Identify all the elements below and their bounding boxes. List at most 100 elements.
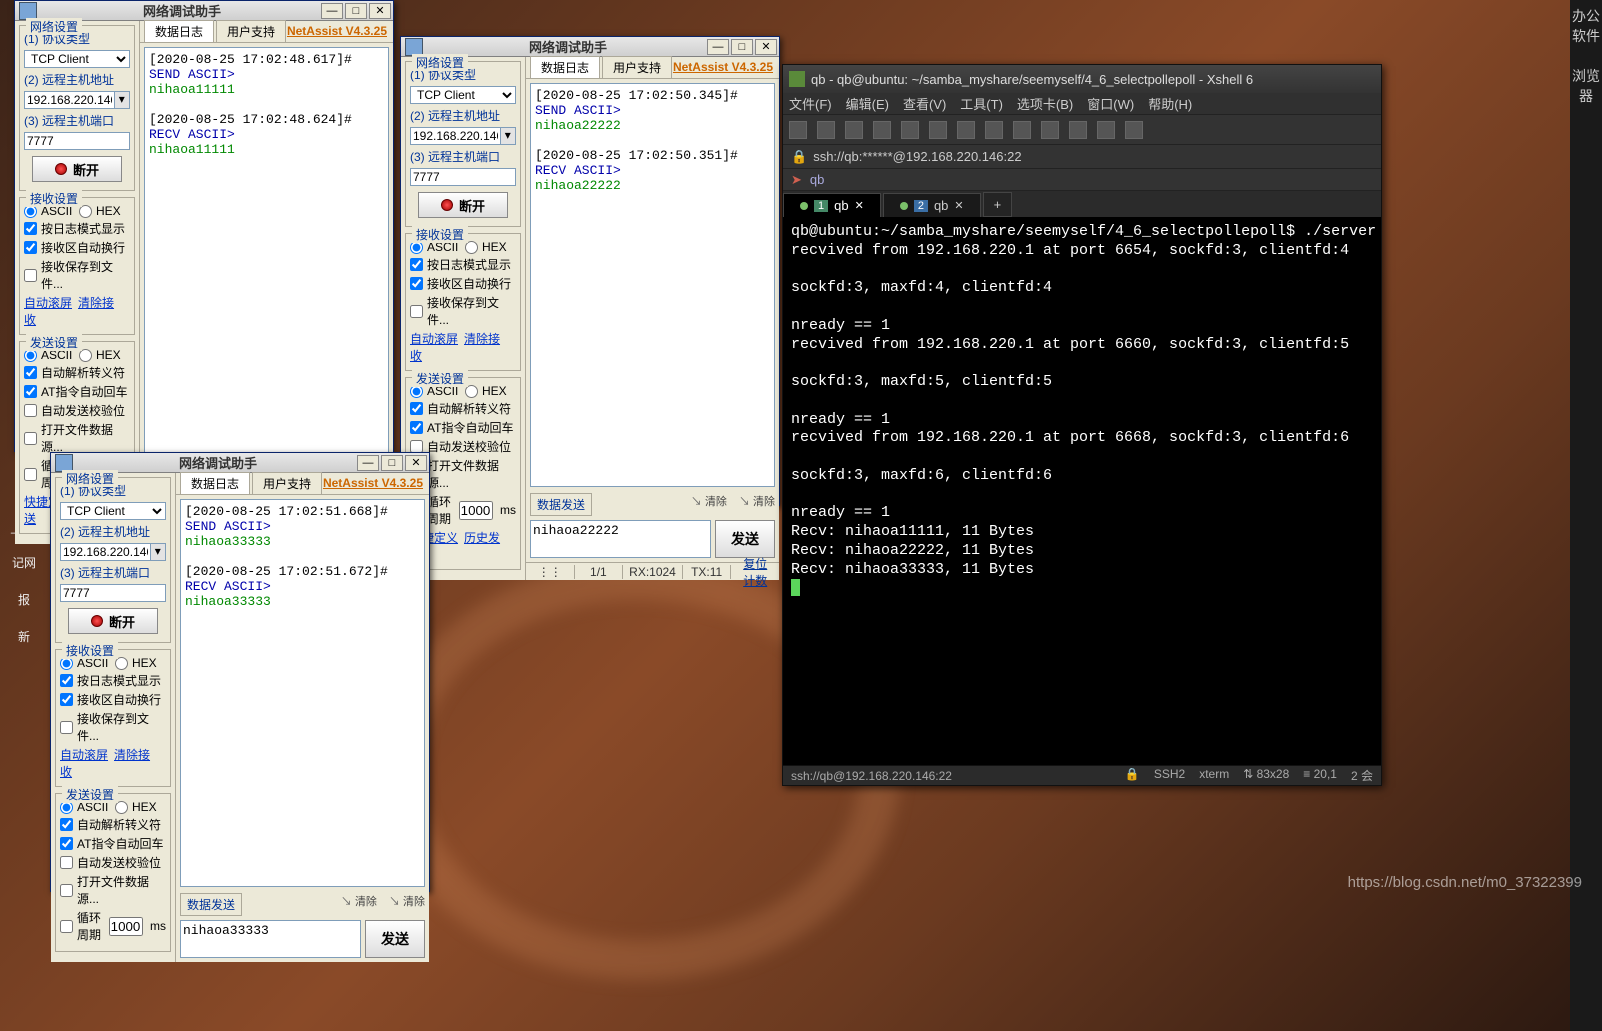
toolbar-btn[interactable]	[1013, 121, 1031, 139]
autoscroll-link[interactable]: 自动滚屏	[410, 332, 458, 346]
filesrc-check[interactable]	[60, 884, 73, 897]
reset-count-link[interactable]: 复位计数	[731, 555, 779, 589]
tab-datalog[interactable]: 数据日志	[180, 472, 250, 494]
protocol-select[interactable]: TCP Client	[24, 50, 130, 68]
xshell-addressbar[interactable]: 🔒 ssh://qb:******@192.168.220.146:22	[783, 145, 1381, 169]
dropdown-icon[interactable]: ▾	[151, 543, 166, 561]
loop-ms-input[interactable]	[109, 917, 143, 936]
clear-btn[interactable]: 清除	[341, 893, 377, 909]
brand-link[interactable]: NetAssist V4.3.25	[673, 60, 773, 74]
checksum-check[interactable]	[24, 404, 37, 417]
minimize-button[interactable]: —	[357, 455, 379, 471]
send-button[interactable]: 发送	[365, 920, 425, 958]
log-box[interactable]: [2020-08-25 17:02:51.668]# SEND ASCII> n…	[180, 499, 425, 887]
tab-datalog[interactable]: 数据日志	[144, 20, 214, 42]
atcr-check[interactable]	[60, 837, 73, 850]
logmode-check[interactable]	[60, 674, 73, 687]
clear-btn2[interactable]: 清除	[739, 493, 775, 509]
close-tab-icon[interactable]: ✕	[855, 199, 864, 212]
loop-check[interactable]	[60, 920, 73, 933]
loop-check[interactable]	[24, 468, 37, 481]
desktop-icon[interactable]: 新	[0, 628, 48, 645]
disconnect-button[interactable]: 断开	[68, 608, 158, 634]
escape-check[interactable]	[60, 818, 73, 831]
sidebar-label[interactable]: 浏览器	[1570, 60, 1602, 120]
menu-tabs[interactable]: 选项卡(B)	[1017, 94, 1073, 113]
autoscroll-link[interactable]: 自动滚屏	[24, 296, 72, 310]
send-button[interactable]: 发送	[715, 520, 775, 558]
close-tab-icon[interactable]: ✕	[954, 199, 963, 212]
toolbar-btn[interactable]	[1097, 121, 1115, 139]
disconnect-button[interactable]: 断开	[32, 156, 122, 182]
send-textarea[interactable]: nihaoa22222	[530, 520, 711, 558]
escape-check[interactable]	[410, 402, 423, 415]
dropdown-icon[interactable]: ▾	[501, 127, 516, 145]
send-textarea[interactable]: nihaoa33333	[180, 920, 361, 958]
toolbar-btn[interactable]	[817, 121, 835, 139]
protocol-select[interactable]: TCP Client	[60, 502, 166, 520]
brand-link[interactable]: NetAssist V4.3.25	[287, 24, 387, 38]
maximize-button[interactable]: □	[731, 39, 753, 55]
clear-btn[interactable]: 清除	[691, 493, 727, 509]
menu-edit[interactable]: 编辑(E)	[846, 94, 889, 113]
minimize-button[interactable]: —	[321, 3, 343, 19]
host-input[interactable]	[410, 127, 501, 145]
savefile-check[interactable]	[410, 305, 423, 318]
loop-ms-input[interactable]	[459, 501, 493, 520]
toolbar-btn[interactable]	[929, 121, 947, 139]
menu-tools[interactable]: 工具(T)	[960, 94, 1003, 113]
session-tab-2[interactable]: 2 qb ✕	[883, 193, 981, 217]
autowrap-check[interactable]	[60, 693, 73, 706]
toolbar-btn[interactable]	[845, 121, 863, 139]
toolbar-btn[interactable]	[1125, 121, 1143, 139]
toolbar-btn[interactable]	[957, 121, 975, 139]
savefile-check[interactable]	[24, 269, 37, 282]
disconnect-button[interactable]: 断开	[418, 192, 508, 218]
menu-window[interactable]: 窗口(W)	[1087, 94, 1134, 113]
new-tab-button[interactable]: +	[983, 192, 1013, 217]
port-input[interactable]	[60, 584, 166, 602]
menu-file[interactable]: 文件(F)	[789, 94, 832, 113]
terminal-output[interactable]: qb@ubuntu:~/samba_myshare/seemyself/4_6_…	[783, 217, 1381, 765]
atcr-check[interactable]	[24, 385, 37, 398]
toolbar-btn[interactable]	[789, 121, 807, 139]
port-input[interactable]	[24, 132, 130, 150]
autoscroll-link[interactable]: 自动滚屏	[60, 748, 108, 762]
tab-support[interactable]: 用户支持	[602, 56, 672, 78]
host-input[interactable]	[60, 543, 151, 561]
quick-session[interactable]: qb	[810, 172, 824, 187]
dropdown-icon[interactable]: ▾	[115, 91, 130, 109]
toolbar-btn[interactable]	[901, 121, 919, 139]
protocol-select[interactable]: TCP Client	[410, 86, 516, 104]
log-box[interactable]: [2020-08-25 17:02:50.345]# SEND ASCII> n…	[530, 83, 775, 487]
sidebar-label[interactable]: 办公软件	[1570, 0, 1602, 60]
session-tab-1[interactable]: 1 qb ✕	[783, 193, 881, 217]
autowrap-check[interactable]	[24, 241, 37, 254]
toolbar-btn[interactable]	[985, 121, 1003, 139]
port-input[interactable]	[410, 168, 516, 186]
toolbar-btn[interactable]	[873, 121, 891, 139]
close-button[interactable]: ✕	[755, 39, 777, 55]
log-box[interactable]: [2020-08-25 17:02:48.617]# SEND ASCII> n…	[144, 47, 389, 469]
menu-help[interactable]: 帮助(H)	[1148, 94, 1192, 113]
toolbar-btn[interactable]	[1069, 121, 1087, 139]
close-button[interactable]: ✕	[405, 455, 427, 471]
logmode-check[interactable]	[410, 258, 423, 271]
xshell-titlebar[interactable]: qb - qb@ubuntu: ~/samba_myshare/seemysel…	[783, 65, 1381, 93]
close-button[interactable]: ✕	[369, 3, 391, 19]
logmode-check[interactable]	[24, 222, 37, 235]
host-input[interactable]	[24, 91, 115, 109]
tab-support[interactable]: 用户支持	[216, 20, 286, 42]
maximize-button[interactable]: □	[381, 455, 403, 471]
menu-view[interactable]: 查看(V)	[903, 94, 946, 113]
savefile-check[interactable]	[60, 721, 73, 734]
minimize-button[interactable]: —	[707, 39, 729, 55]
atcr-check[interactable]	[410, 421, 423, 434]
desktop-icon[interactable]: 报	[0, 591, 48, 608]
toolbar-btn[interactable]	[1041, 121, 1059, 139]
autowrap-check[interactable]	[410, 277, 423, 290]
tab-support[interactable]: 用户支持	[252, 472, 322, 494]
desktop-icon[interactable]: 记网	[0, 554, 48, 571]
maximize-button[interactable]: □	[345, 3, 367, 19]
tab-datalog[interactable]: 数据日志	[530, 56, 600, 78]
